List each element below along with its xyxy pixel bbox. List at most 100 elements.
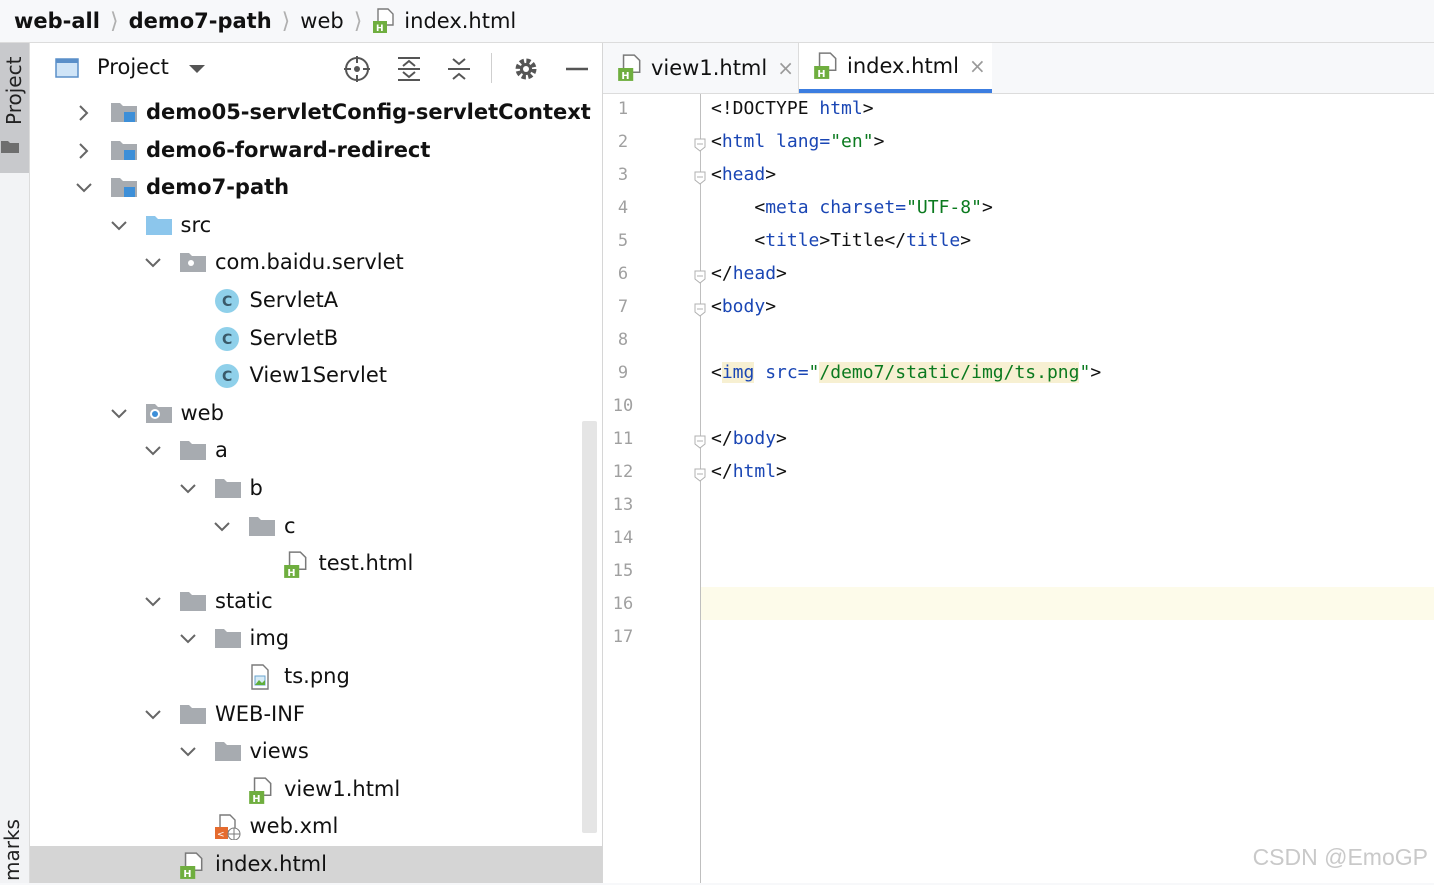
minimize-icon[interactable] xyxy=(564,56,590,82)
code-token: </ xyxy=(711,428,733,449)
tree-row[interactable]: C View1Servlet xyxy=(30,357,602,394)
chevron-down-icon[interactable] xyxy=(178,479,198,499)
code-token: img xyxy=(721,362,755,383)
tree-row[interactable]: src xyxy=(30,207,602,244)
tree-row[interactable]: demo7-path xyxy=(30,169,602,206)
chevron-right-icon: ⟩ xyxy=(109,8,119,34)
breadcrumb-item[interactable]: demo7-path xyxy=(129,0,272,42)
tree-row[interactable]: C ServletB xyxy=(30,320,602,357)
crosshair-icon[interactable] xyxy=(344,56,370,82)
html-file-icon: H xyxy=(179,852,205,880)
code-editor[interactable]: <!DOCTYPE html> <html lang="en"> <head> <m… xyxy=(701,94,1434,883)
chevron-down-icon[interactable] xyxy=(109,216,129,236)
code-token: < xyxy=(711,164,722,185)
tree-item-label: View1Servlet xyxy=(249,363,388,388)
tab-index-html[interactable]: Hindex.html × xyxy=(799,43,992,93)
code-line: </body> xyxy=(711,428,787,449)
code-token: html xyxy=(732,461,777,482)
code-token: < xyxy=(711,362,722,383)
code-token: > xyxy=(1090,362,1102,383)
gear-icon[interactable] xyxy=(513,56,539,82)
folder-icon xyxy=(214,739,241,763)
code-line: <meta charset="UTF-8"> xyxy=(711,197,993,218)
line-number: 4 xyxy=(617,198,629,218)
tree-row[interactable]: ts.png xyxy=(30,658,602,695)
tree-row[interactable]: c xyxy=(30,508,602,545)
line-number: 1 xyxy=(617,99,629,119)
code-token: < xyxy=(711,197,766,218)
class-icon: C xyxy=(214,363,240,389)
tree-row[interactable]: demo05-servletConfig-servletContext xyxy=(30,94,602,131)
chevron-down-icon[interactable] xyxy=(143,441,163,461)
chevron-down-icon[interactable] xyxy=(178,629,198,649)
tree-row[interactable]: WEB-INF xyxy=(30,696,602,733)
html-file-icon: H xyxy=(813,52,839,80)
tree-row[interactable]: web xyxy=(30,395,602,432)
breadcrumb-item[interactable]: web xyxy=(300,0,343,42)
package-icon xyxy=(179,250,206,274)
folder-icon xyxy=(179,702,206,726)
chevron-down-icon[interactable] xyxy=(143,592,163,612)
chevron-down-icon[interactable] xyxy=(143,253,163,273)
tree-row[interactable]: C ServletA xyxy=(30,282,602,319)
tree-item-label: src xyxy=(180,212,212,237)
tab-label: view1.html xyxy=(651,56,768,80)
breadcrumb-item[interactable]: web-all xyxy=(14,0,100,42)
watermark: CSDN @EmoGP xyxy=(1252,844,1428,870)
tree-row[interactable]: com.baidu.servlet xyxy=(30,244,602,281)
tree-item-label: demo7-path xyxy=(146,175,290,200)
web-folder-icon xyxy=(145,401,172,425)
tree-row[interactable]: static xyxy=(30,583,602,620)
chevron-down-icon[interactable] xyxy=(109,404,129,424)
chevron-down-icon[interactable] xyxy=(212,517,232,537)
code-token: > xyxy=(960,230,972,251)
tree-row[interactable]: a xyxy=(30,432,602,469)
tree-item-label: a xyxy=(215,438,228,463)
bookmarks-tool-label: marks xyxy=(0,819,24,881)
close-icon[interactable]: × xyxy=(969,54,986,78)
expand-all-icon[interactable] xyxy=(396,56,422,82)
code-token: > xyxy=(981,197,993,218)
tree-row[interactable]: views xyxy=(30,733,602,770)
bookmarks-tool-button[interactable]: marks xyxy=(0,813,29,883)
chevron-down-icon[interactable] xyxy=(143,705,163,725)
code-line: <!DOCTYPE html> xyxy=(711,98,874,119)
chevron-right-icon: ⟩ xyxy=(281,8,291,34)
code-token: " xyxy=(808,362,820,383)
close-icon[interactable]: × xyxy=(777,56,794,80)
tab-divider xyxy=(798,43,799,93)
folder-icon xyxy=(214,626,241,650)
code-token: lang= xyxy=(776,131,831,152)
chevron-down-icon[interactable] xyxy=(178,742,198,762)
breadcrumb-label: web-all xyxy=(14,9,100,33)
project-panel: Project demo05-servletConfig-servletCont… xyxy=(30,43,603,883)
code-token: html xyxy=(819,98,863,119)
breadcrumb-item[interactable]: Hindex.html xyxy=(372,0,516,42)
tree-row[interactable]: Htest.html xyxy=(30,545,602,582)
code-token: "en" xyxy=(830,131,874,152)
chevron-down-icon[interactable] xyxy=(74,178,94,198)
module-folder-icon xyxy=(110,175,137,199)
tree-row[interactable]: b xyxy=(30,470,602,507)
tree-row[interactable]: Hindex.html xyxy=(30,846,602,883)
tab-view1-html[interactable]: Hview1.html × xyxy=(603,43,798,93)
tab-label: index.html xyxy=(847,54,959,78)
line-number: 8 xyxy=(617,330,629,350)
project-tool-button[interactable]: Project xyxy=(0,43,29,173)
project-view-title[interactable]: Project xyxy=(97,55,169,79)
class-icon: C xyxy=(214,288,240,313)
tree-scrollbar[interactable] xyxy=(582,421,597,833)
tree-row[interactable]: demo6-forward-redirect xyxy=(30,132,602,169)
tree-row[interactable]: < web.xml xyxy=(30,808,602,845)
chevron-right-icon[interactable] xyxy=(74,103,94,123)
chevron-right-icon[interactable] xyxy=(74,141,94,161)
tree-row[interactable]: img xyxy=(30,620,602,657)
code-token: < xyxy=(711,131,722,152)
tree-row[interactable]: Hview1.html xyxy=(30,771,602,808)
code-token: "UTF-8" xyxy=(906,197,982,218)
collapse-all-icon[interactable] xyxy=(446,56,472,82)
folder-icon xyxy=(179,438,206,462)
tree-item-label: c xyxy=(284,513,296,538)
code-line: </head> xyxy=(711,263,787,284)
chevron-down-icon[interactable] xyxy=(188,63,206,75)
